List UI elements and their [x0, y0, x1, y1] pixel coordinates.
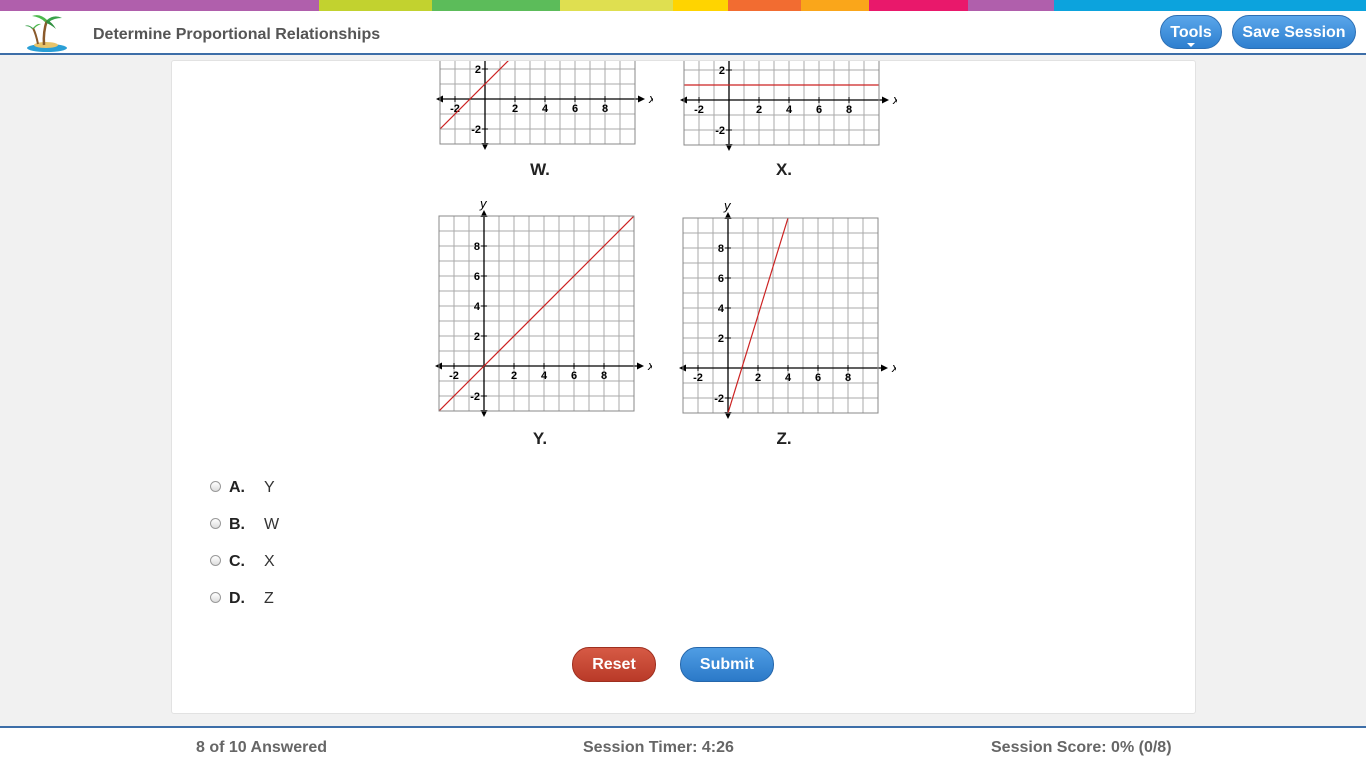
reset-button[interactable]: Reset	[572, 647, 656, 682]
choice-text: Z	[264, 590, 274, 607]
page-title: Determine Proportional Relationships	[93, 26, 381, 43]
choice-text: X	[264, 553, 275, 570]
x-tick-label: 6	[571, 370, 577, 382]
x-tick-label: 4	[786, 104, 793, 116]
answered-count: 8 of 10 Answered	[196, 739, 328, 756]
choice-letter: B.	[229, 516, 245, 533]
x-tick-label: 8	[602, 103, 608, 115]
submit-button[interactable]: Submit	[680, 647, 774, 682]
y-tick-label: -2	[471, 124, 481, 136]
graph-label: W.	[530, 160, 550, 179]
y-tick-label: 8	[474, 241, 480, 253]
y-tick-label: 2	[718, 333, 724, 345]
x-tick-label: 8	[846, 104, 852, 116]
y-tick-label: 2	[475, 64, 481, 76]
x-axis-label: x	[648, 91, 653, 106]
y-tick-label: 4	[719, 35, 726, 47]
coordinate-graph: -2 2 4 6 8 -2 2 4 6 8 x y	[435, 198, 652, 417]
color-segment	[1054, 0, 1366, 11]
x-tick-label: 2	[512, 103, 518, 115]
y-axis-label: y	[723, 200, 732, 213]
y-tick-label: 4	[475, 34, 482, 46]
tools-button[interactable]: Tools	[1160, 15, 1222, 49]
x-tick-label: 6	[816, 104, 822, 116]
x-tick-label: 2	[755, 372, 761, 384]
y-tick-label: 4	[718, 303, 725, 315]
x-tick-label: 4	[785, 372, 792, 384]
x-tick-label: 6	[815, 372, 821, 384]
graph-label: X.	[775, 160, 793, 179]
choice-letter: C.	[229, 553, 245, 570]
x-tick-label: 4	[542, 103, 549, 115]
color-segment	[968, 0, 1054, 11]
grid-frame	[439, 61, 636, 145]
graph-label: Y.	[532, 429, 548, 448]
radio-button[interactable]	[210, 555, 221, 566]
x-tick-label: 4	[541, 370, 548, 382]
x-axis-label: x	[647, 358, 652, 373]
y-tick-label: 2	[474, 331, 480, 343]
x-tick-label: 6	[572, 103, 578, 115]
y-tick-label: -2	[715, 125, 725, 137]
session-score: Session Score: 0% (0/8)	[991, 739, 1172, 756]
x-axis-arrow-icon	[881, 364, 888, 372]
tools-button-label: Tools	[1170, 24, 1212, 41]
x-axis-arrow-icon	[882, 96, 889, 104]
choice-text: W	[264, 516, 280, 533]
y-axis-label: y	[479, 198, 488, 211]
radio-button[interactable]	[210, 592, 221, 603]
y-tick-label: -2	[714, 393, 724, 405]
x-tick-label: -2	[449, 370, 459, 382]
palm-tree-logo-icon	[25, 15, 67, 52]
radio-button[interactable]	[210, 481, 221, 492]
x-axis-label: x	[892, 92, 897, 107]
x-tick-label: -2	[694, 104, 704, 116]
x-axis-arrow-icon	[638, 95, 645, 103]
color-segment	[319, 0, 432, 11]
x-tick-label: 8	[601, 370, 607, 382]
y-tick-label: 6	[474, 271, 480, 283]
session-timer: Session Timer: 4:26	[583, 739, 734, 756]
status-footer: 8 of 10 Answered Session Timer: 4:26 Ses…	[0, 726, 1366, 770]
x-tick-label: 2	[511, 370, 517, 382]
choice-letter: A.	[229, 479, 245, 496]
y-tick-label: 6	[718, 273, 724, 285]
y-tick-label: 6	[475, 4, 481, 16]
save-session-button[interactable]: Save Session	[1232, 15, 1356, 49]
y-tick-label: -2	[470, 391, 480, 403]
coordinate-graph: -22468-22468xy	[680, 5, 897, 151]
y-tick-label: 6	[719, 5, 725, 17]
y-tick-label: 2	[719, 65, 725, 77]
x-axis-arrow-icon	[637, 362, 644, 370]
graph-label: Z.	[776, 429, 792, 448]
choice-letter: D.	[229, 590, 245, 607]
caret-down-icon	[1187, 43, 1195, 47]
y-tick-label: 8	[718, 243, 724, 255]
x-tick-label: 8	[845, 372, 851, 384]
x-tick-label: 2	[756, 104, 762, 116]
coordinate-graph: -22468-22468xy	[436, 4, 653, 150]
radio-button[interactable]	[210, 518, 221, 529]
color-segment	[0, 0, 319, 11]
x-axis-label: x	[891, 360, 896, 375]
x-tick-label: -2	[693, 372, 703, 384]
grid-frame	[683, 61, 880, 146]
y-tick-label: 4	[474, 301, 481, 313]
choice-text: Y	[264, 479, 275, 496]
coordinate-graph: -2 2 4 6 8 -2 2 4 6 8 x y	[679, 200, 896, 419]
